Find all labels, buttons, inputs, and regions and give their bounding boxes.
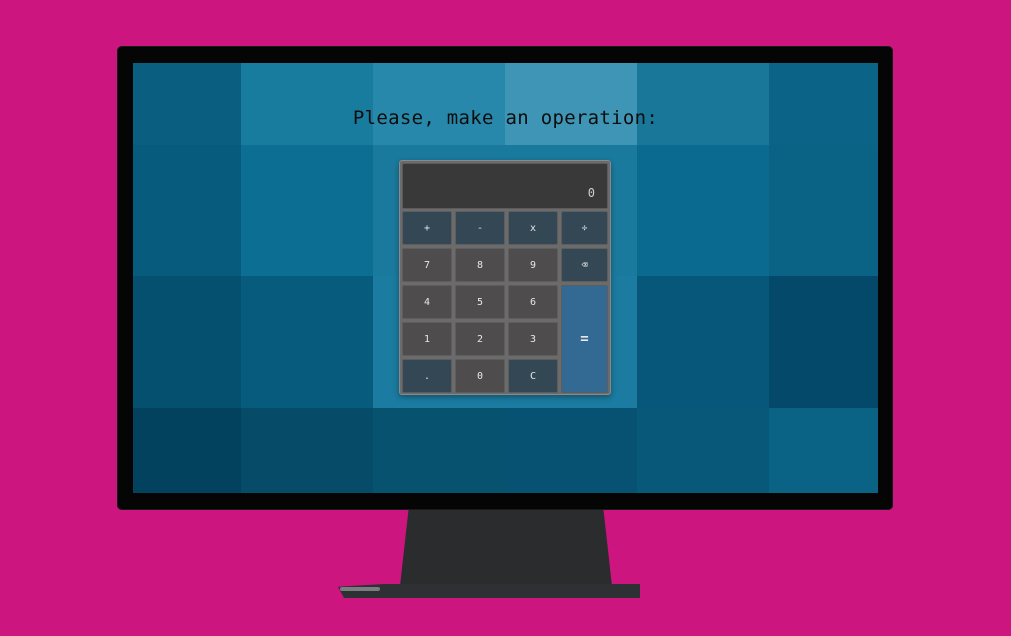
decimal-button[interactable]: . [402, 359, 452, 393]
digit-7-button[interactable]: 7 [402, 248, 452, 282]
bg-tile [769, 63, 878, 145]
bg-tile [133, 408, 241, 493]
screen: Please, make an operation: 0 + - x ÷ 7 8… [133, 63, 878, 493]
digit-0-button[interactable]: 0 [455, 359, 505, 393]
backspace-button[interactable]: ⌫ [561, 248, 608, 282]
clear-button[interactable]: C [508, 359, 558, 393]
bg-tile [769, 145, 878, 276]
bg-tile [133, 63, 241, 145]
monitor-stand-neck [400, 510, 612, 586]
monitor-stand-highlight [340, 587, 380, 591]
bg-tile [241, 276, 373, 408]
bg-tile [637, 63, 769, 145]
bg-tile [241, 63, 373, 145]
bg-tile [505, 63, 637, 145]
monitor-stand-base [338, 584, 640, 598]
display-value: 0 [587, 186, 595, 200]
bg-tile [637, 145, 769, 276]
subtract-button[interactable]: - [455, 211, 505, 245]
monitor: Please, make an operation: 0 + - x ÷ 7 8… [117, 46, 893, 510]
divide-button[interactable]: ÷ [561, 211, 608, 245]
digit-4-button[interactable]: 4 [402, 285, 452, 319]
calculator: 0 + - x ÷ 7 8 9 ⌫ 4 5 6 = 1 2 3 . 0 C [399, 160, 611, 395]
digit-6-button[interactable]: 6 [508, 285, 558, 319]
bg-tile [133, 276, 241, 408]
digit-8-button[interactable]: 8 [455, 248, 505, 282]
equals-button[interactable]: = [561, 285, 608, 393]
multiply-button[interactable]: x [508, 211, 558, 245]
prompt-heading: Please, make an operation: [352, 107, 659, 129]
bg-tile [637, 408, 769, 493]
digit-9-button[interactable]: 9 [508, 248, 558, 282]
add-button[interactable]: + [402, 211, 452, 245]
bg-tile [505, 408, 637, 493]
digit-3-button[interactable]: 3 [508, 322, 558, 356]
bg-tile [373, 63, 505, 145]
bg-tile [769, 276, 878, 408]
bg-tile [241, 408, 373, 493]
calculator-display: 0 [402, 163, 608, 209]
bg-tile [373, 408, 505, 493]
bg-tile [769, 408, 878, 493]
digit-5-button[interactable]: 5 [455, 285, 505, 319]
bg-tile [637, 276, 769, 408]
digit-1-button[interactable]: 1 [402, 322, 452, 356]
digit-2-button[interactable]: 2 [455, 322, 505, 356]
bg-tile [241, 145, 373, 276]
bg-tile [133, 145, 241, 276]
